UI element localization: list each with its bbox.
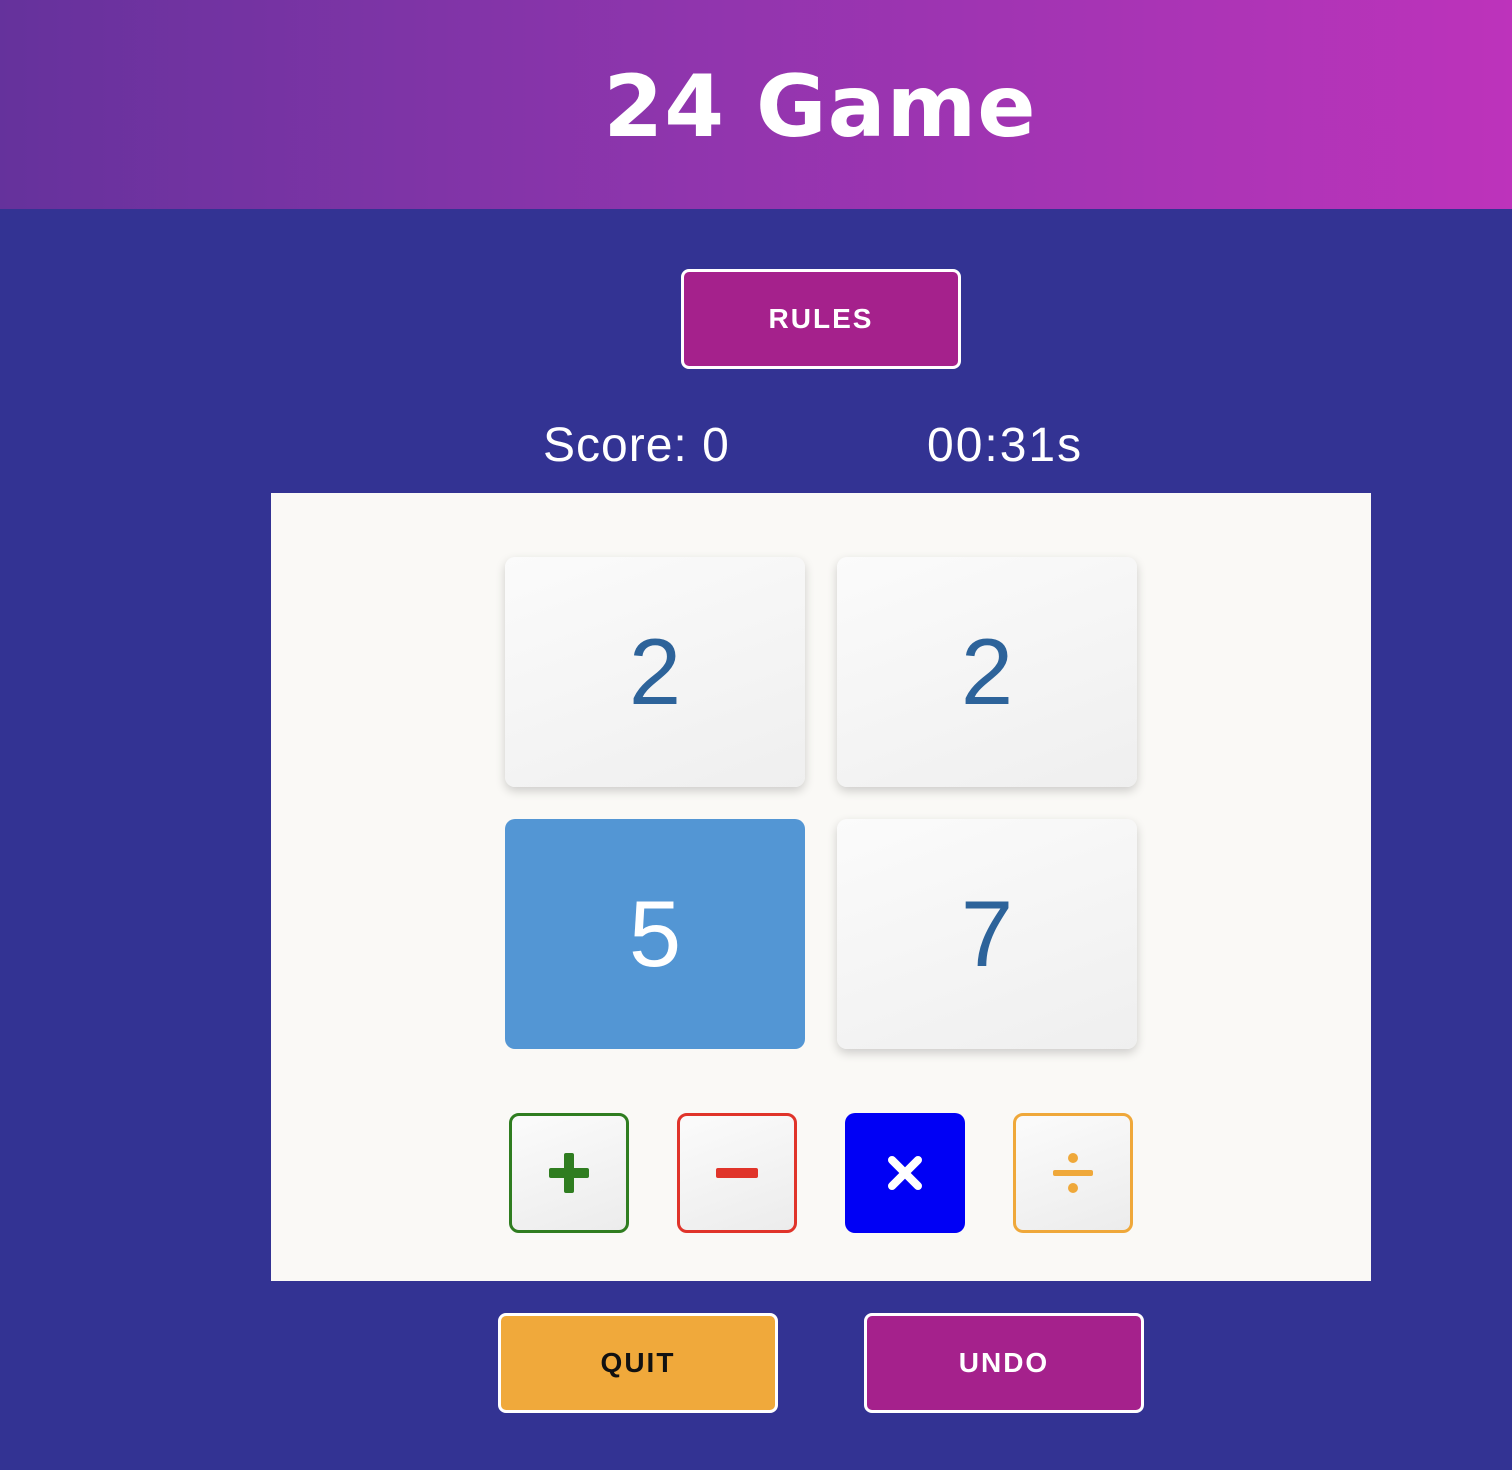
plus-icon <box>549 1153 589 1193</box>
divide-operator-button[interactable] <box>1013 1113 1133 1233</box>
number-card-4[interactable]: 7 <box>837 819 1137 1049</box>
number-card-1[interactable]: 2 <box>505 557 805 787</box>
number-card-2[interactable]: 2 <box>837 557 1137 787</box>
add-operator-button[interactable] <box>509 1113 629 1233</box>
number-card-3-selected[interactable]: 5 <box>505 819 805 1049</box>
subtract-operator-button[interactable] <box>677 1113 797 1233</box>
divide-icon <box>1053 1153 1093 1193</box>
timer-display: 00:31s <box>927 419 1084 472</box>
multiply-icon <box>888 1156 922 1190</box>
multiply-operator-button[interactable] <box>845 1113 965 1233</box>
undo-button[interactable]: UNDO <box>864 1313 1144 1413</box>
rules-button[interactable]: RULES <box>681 269 961 369</box>
quit-button[interactable]: QUIT <box>498 1313 778 1413</box>
minus-icon <box>716 1168 758 1178</box>
game-board: 2 2 5 7 <box>271 493 1371 1281</box>
game-title: 24 Game <box>603 56 1037 157</box>
header: 24 Game <box>0 0 1512 209</box>
score-display: Score: 0 <box>543 419 730 472</box>
